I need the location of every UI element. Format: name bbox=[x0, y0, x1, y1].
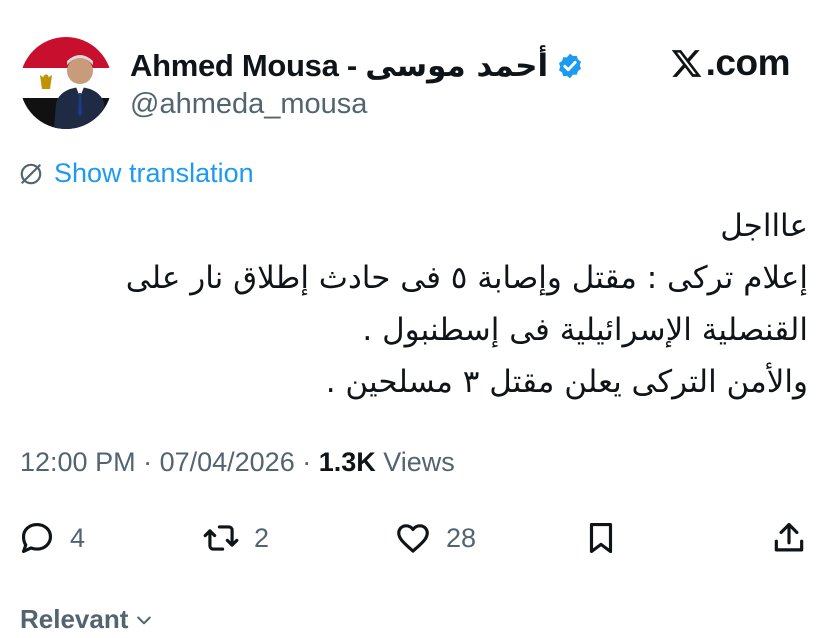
avatar-image bbox=[20, 37, 112, 129]
tweet-card: Ahmed Mousa - أحمد موسى @ahmeda_mousa .c… bbox=[0, 0, 828, 638]
show-translation-label: Show translation bbox=[54, 158, 254, 188]
bookmark-button[interactable] bbox=[582, 512, 620, 564]
meta-separator: · bbox=[135, 447, 160, 477]
repost-count: 2 bbox=[254, 522, 270, 553]
verified-badge-icon bbox=[559, 53, 582, 79]
post-time[interactable]: 12:00 PM bbox=[20, 447, 136, 477]
x-logo-icon bbox=[671, 49, 702, 77]
show-translation-link[interactable]: Show translation bbox=[18, 158, 254, 189]
eagle-emblem-icon bbox=[40, 74, 52, 89]
like-count: 28 bbox=[446, 522, 477, 553]
reply-button[interactable]: 4 bbox=[18, 512, 85, 564]
chevron-down-icon bbox=[137, 616, 152, 624]
tweet-line: عاااجل bbox=[720, 208, 808, 244]
brand-domain: .com bbox=[705, 42, 791, 83]
bookmark-icon bbox=[589, 522, 613, 554]
views-label: Views bbox=[375, 447, 455, 477]
display-name[interactable]: Ahmed Mousa - أحمد موسى bbox=[130, 44, 584, 88]
tweet-text: عاااجل إعلام تركى : مقتل وإصابة ٥ فى حاد… bbox=[18, 200, 808, 408]
display-name-text: Ahmed Mousa - أحمد موسى bbox=[130, 48, 549, 84]
tweet-meta: 12:00 PM · 07/04/2026 · 1.3K Views bbox=[20, 447, 455, 478]
brand-logo: .com bbox=[670, 42, 791, 84]
sort-label: Relevant bbox=[20, 604, 129, 634]
meta-separator: · bbox=[294, 447, 319, 477]
like-button[interactable]: 28 bbox=[394, 512, 476, 564]
tweet-line: والأمن التركى يعلن مقتل ٣ مسلحين . bbox=[325, 364, 808, 400]
sort-replies-dropdown[interactable]: Relevant bbox=[20, 604, 154, 635]
tweet-line: القنصلية الإسرائيلية فى إسطنبول . bbox=[362, 312, 808, 348]
share-icon bbox=[774, 522, 804, 552]
post-date[interactable]: 07/04/2026 bbox=[160, 447, 295, 477]
user-handle[interactable]: @ahmeda_mousa bbox=[130, 88, 367, 121]
repost-icon bbox=[203, 525, 239, 551]
reply-icon bbox=[21, 522, 53, 554]
like-icon bbox=[397, 524, 429, 553]
reply-count: 4 bbox=[70, 522, 86, 553]
translate-icon bbox=[20, 163, 42, 184]
views-count: 1.3K bbox=[318, 447, 376, 477]
avatar[interactable] bbox=[20, 37, 112, 129]
tweet-line: إعلام تركى : مقتل وإصابة ٥ فى حادث إطلاق… bbox=[125, 260, 808, 296]
action-bar: 4 2 28 bbox=[0, 512, 828, 564]
repost-button[interactable]: 2 bbox=[202, 512, 269, 564]
share-button[interactable] bbox=[770, 512, 808, 564]
